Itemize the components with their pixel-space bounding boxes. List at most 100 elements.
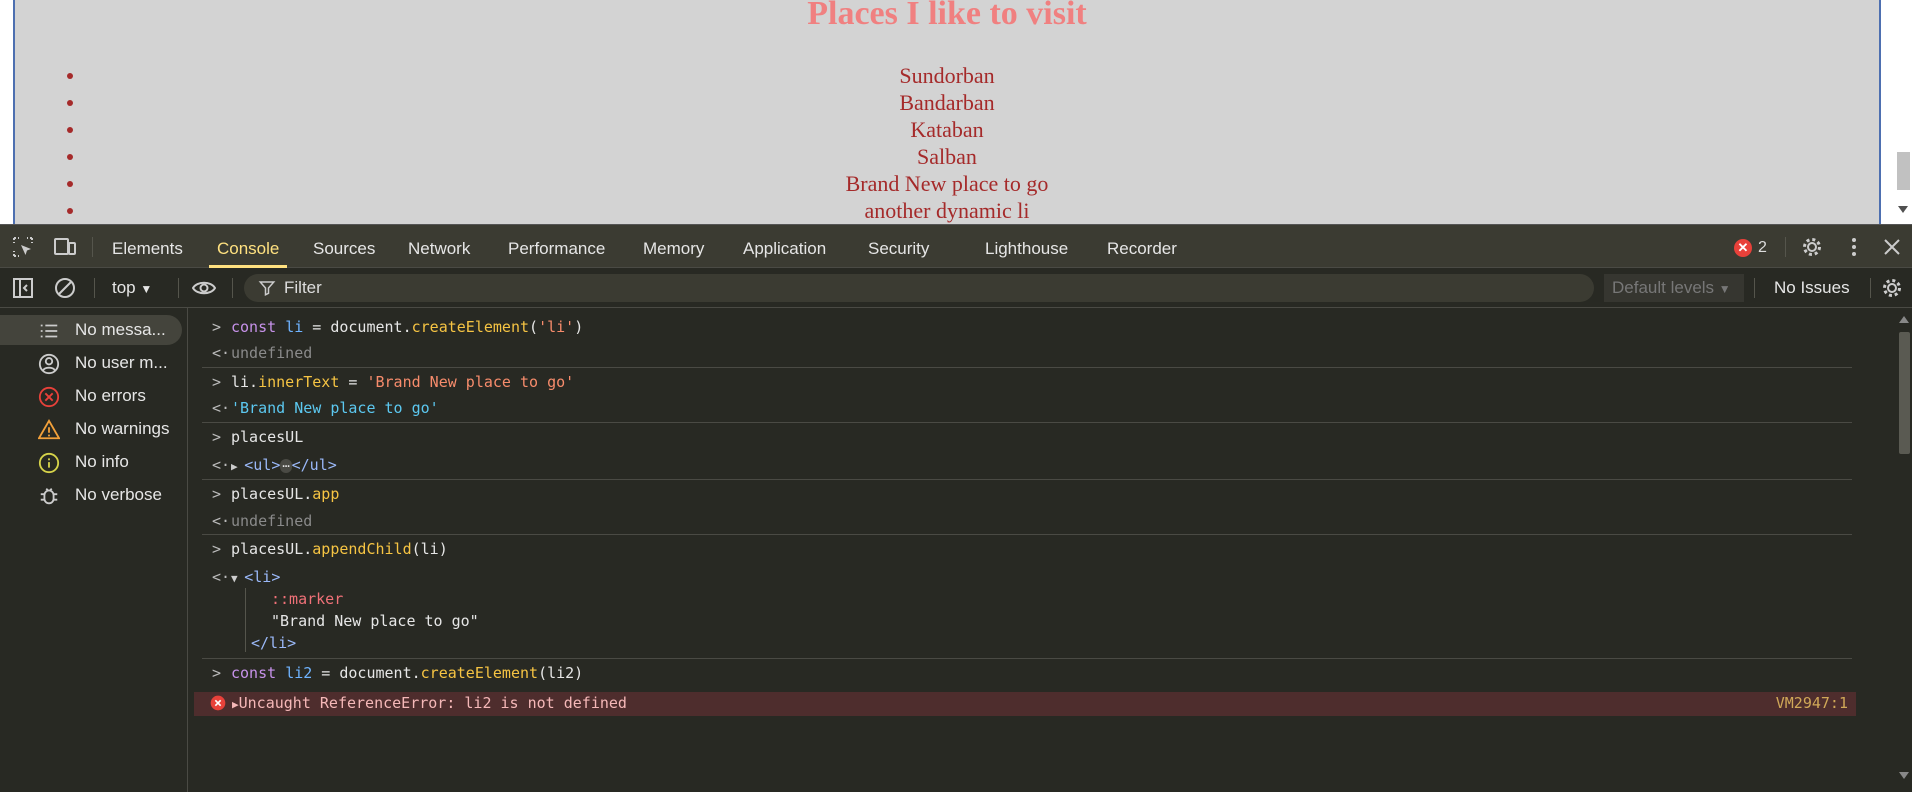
sidebar-item-user-messages[interactable]: No user m... [0,348,182,378]
filter-icon [258,281,276,296]
tab-sources[interactable]: Sources [313,225,375,268]
place-item: Brand New place to go [15,170,1879,197]
place-item: Sundorban [15,62,1879,89]
chevron-down-icon: ▼ [1718,282,1731,296]
user-icon [38,353,60,375]
console-scrollbar[interactable] [1896,308,1912,792]
context-select[interactable]: top ▼ [112,276,152,300]
collapse-triangle-icon[interactable]: ▼ [231,572,244,585]
sidebar-item-info[interactable]: No info [0,447,182,477]
device-toolbar-icon[interactable] [53,235,77,259]
console-result-row[interactable]: <· ▶ <ul> ⋯ </ul> [190,456,1852,478]
console-error-row[interactable]: ▶Uncaught ReferenceError: li2 is not def… [194,692,1856,716]
console-input-row[interactable]: > const li2 = document.createElement(li2… [190,664,1852,686]
log-levels-select[interactable]: Default levels ▼ [1604,274,1744,302]
input-prompt-icon: > [212,664,222,682]
tab-network[interactable]: Network [408,225,470,268]
bullet [67,100,73,106]
console-input-row[interactable]: > placesUL.app [190,485,1852,507]
bullet [67,181,73,187]
settings-gear-icon[interactable] [1800,235,1824,259]
devtools-tabbar: Elements Console Sources Network Perform… [0,224,1912,268]
tab-elements[interactable]: Elements [112,225,183,268]
place-item: Kataban [15,116,1879,143]
console-settings-icon[interactable] [1880,276,1904,300]
input-prompt-icon: > [212,373,222,391]
place-item: another dynamic li [15,197,1879,224]
separator [1785,237,1786,257]
tab-recorder[interactable]: Recorder [1107,225,1177,268]
console-input-row[interactable]: > placesUL [190,428,1852,450]
eye-icon[interactable] [192,276,216,300]
more-options-icon[interactable] [1842,235,1866,259]
separator [94,278,95,298]
devtools-panel: Elements Console Sources Network Perform… [0,224,1912,792]
separator [92,237,93,257]
tree-guide-line [245,588,246,652]
console-result-row[interactable]: <· ▼ <li> ::marker "Brand New place to g… [190,568,1852,658]
separator [178,278,179,298]
close-icon[interactable] [1880,235,1904,259]
console-sidebar: No messa... No user m... No errors No wa… [0,308,188,792]
input-prompt-icon: > [212,485,222,503]
sidebar-item-errors[interactable]: No errors [0,381,182,411]
separator [1754,278,1755,298]
web-page: Places I like to visit Sundorban Bandarb… [13,0,1881,224]
expand-triangle-icon[interactable]: ▶ [232,698,239,711]
tab-security[interactable]: Security [868,225,929,268]
scroll-down-icon[interactable] [1898,206,1908,213]
scroll-down-icon[interactable] [1899,772,1909,779]
bug-icon [40,488,58,505]
tab-memory[interactable]: Memory [643,225,704,268]
error-count-badge[interactable]: ✕ 2 [1734,238,1767,258]
console-result-row[interactable]: <· undefined [190,344,1852,366]
sidebar-item-verbose[interactable]: No verbose [0,480,182,510]
chevron-down-icon: ▼ [140,282,153,296]
row-divider [202,479,1852,480]
bullet [67,127,73,133]
page-title: Places I like to visit [807,0,1087,32]
tab-console[interactable]: Console [208,225,288,268]
tab-application[interactable]: Application [743,225,826,268]
bullet [67,73,73,79]
expand-triangle-icon[interactable]: ▶ [231,460,244,473]
row-divider [202,534,1852,535]
sidebar-item-messages[interactable]: No messa... [0,315,182,345]
sidebar-item-warnings[interactable]: No warnings [0,414,182,444]
error-icon [210,695,226,711]
issues-counter[interactable]: No Issues [1774,276,1850,300]
sidebar-toggle-icon[interactable] [11,276,35,300]
result-arrow-icon: <· [212,399,231,417]
input-prompt-icon: > [212,318,222,336]
tab-performance[interactable]: Performance [508,225,605,268]
row-divider [202,658,1852,659]
inspect-element-icon[interactable] [11,235,35,259]
browser-viewport: Places I like to visit Sundorban Bandarb… [0,0,1912,224]
bullet [67,208,73,214]
console-scrollbar-thumb[interactable] [1899,332,1910,454]
error-icon: ✕ [1734,239,1752,257]
filter-input[interactable]: Filter [244,274,1594,302]
source-link[interactable]: VM2947:1 [1776,694,1848,712]
list-icon [40,324,58,338]
input-prompt-icon: > [212,428,222,446]
page-scrollbar-thumb[interactable] [1897,152,1910,190]
separator [1870,278,1871,298]
places-list: Sundorban Bandarban Kataban Salban Brand… [15,62,1879,224]
console-input-row[interactable]: > li.innerText = 'Brand New place to go' [190,373,1852,395]
ellipsis-icon[interactable]: ⋯ [280,459,292,473]
bullet [67,154,73,160]
tab-lighthouse[interactable]: Lighthouse [985,225,1068,268]
input-prompt-icon: > [212,540,222,558]
error-icon [38,386,60,408]
clear-console-icon[interactable] [53,276,77,300]
console-input-row[interactable]: > placesUL.appendChild(li) [190,540,1852,562]
page-scrollbar[interactable] [1881,0,1912,224]
row-divider [202,367,1852,368]
place-item: Salban [15,143,1879,170]
console-result-row[interactable]: <· 'Brand New place to go' [190,399,1852,421]
console-result-row[interactable]: <· undefined [190,512,1852,534]
console-input-row[interactable]: > const li = document.createElement('li'… [190,318,1852,340]
scroll-up-icon[interactable] [1899,316,1909,323]
warning-icon [38,419,60,440]
